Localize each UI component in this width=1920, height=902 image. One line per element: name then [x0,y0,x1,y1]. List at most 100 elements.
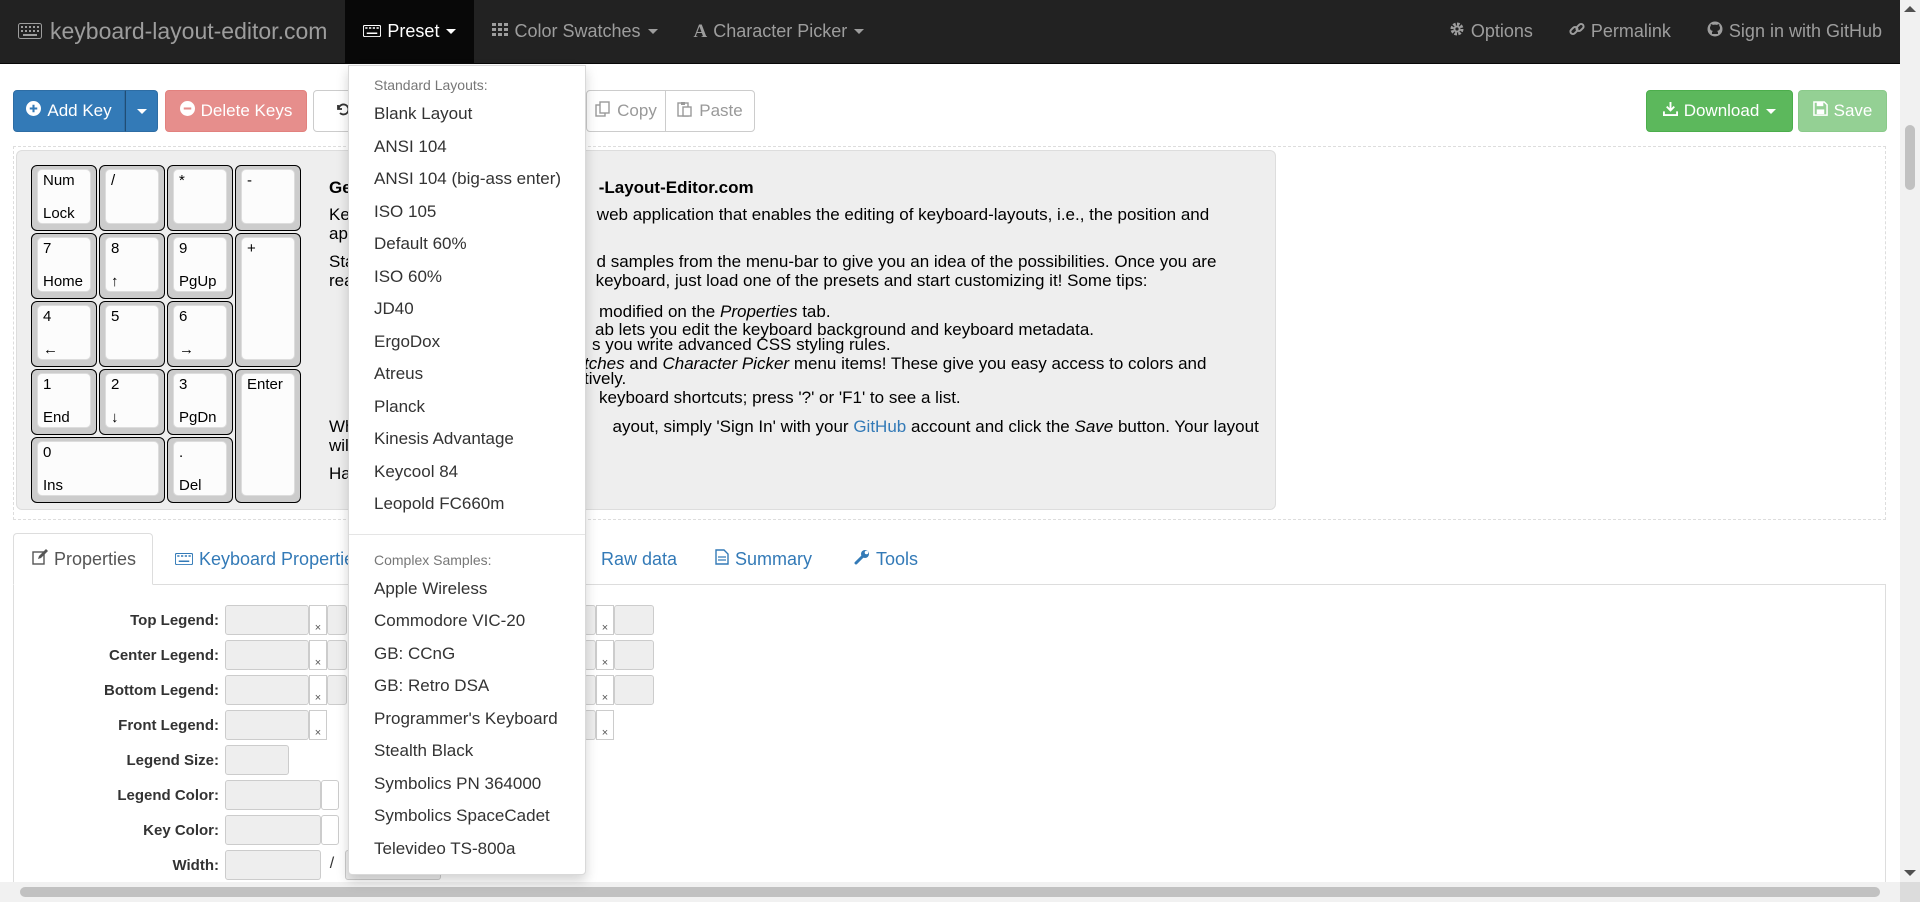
preset-menu-item[interactable]: ISO 105 [349,196,585,229]
sample-menu-item[interactable]: Stealth Black [349,735,585,768]
preset-menu-item[interactable]: JD40 [349,293,585,326]
center-legend-input[interactable] [327,640,347,670]
key-color-input[interactable] [225,815,321,845]
clear-x-button[interactable]: × [596,640,614,670]
center-legend-input[interactable] [614,640,654,670]
color-swatches-menu[interactable]: Color Swatches [474,0,675,64]
p1-text: web application that enables the editing… [596,205,1210,224]
keycap-top: 5 [105,305,159,360]
top-legend-input[interactable] [614,605,654,635]
keycap[interactable]: 2 ↓ [99,369,165,435]
clear-x-button[interactable]: × [596,675,614,705]
preset-menu-item[interactable]: Blank Layout [349,98,585,131]
clear-x-button[interactable]: × [596,710,614,740]
options-menu[interactable]: Options [1431,0,1551,64]
sample-menu-item[interactable]: GB: CCnG [349,638,585,671]
clear-x-button[interactable]: × [596,605,614,635]
sample-menu-item[interactable]: Televideo TS-800a [349,833,585,866]
clear-x-button[interactable]: × [309,605,327,635]
keycap[interactable]: 7 Home [31,233,97,299]
bottom-legend-input[interactable] [327,675,347,705]
preset-menu-item[interactable]: Leopold FC660m [349,488,585,521]
top-legend-input[interactable] [327,605,347,635]
tab-tools[interactable]: Tools [836,533,936,585]
preset-menu-item[interactable]: Planck [349,391,585,424]
sample-menu-item[interactable]: Commodore VIC-20 [349,605,585,638]
clear-x-button[interactable]: × [309,710,327,740]
sample-menu-item[interactable]: Symbolics SpaceCadet [349,800,585,833]
bottom-legend-input[interactable] [614,675,654,705]
copy-button[interactable]: Copy [586,90,666,132]
preset-menu-item[interactable]: ANSI 104 [349,131,585,164]
key-bottom-legend: Lock [43,205,75,222]
legend-size-select[interactable] [225,745,289,775]
preset-menu-item[interactable]: ErgoDox [349,326,585,359]
legend-color-swatch[interactable] [321,780,339,810]
add-key-button[interactable]: Add Key [13,90,125,132]
preset-menu-item[interactable]: ANSI 104 (big-ass enter) [349,163,585,196]
width-input[interactable] [225,850,321,880]
permalink-link[interactable]: Permalink [1551,0,1689,64]
keycap[interactable]: 4 ← [31,301,97,367]
keycap[interactable]: 8 ↑ [99,233,165,299]
vertical-scroll-thumb[interactable] [1905,125,1915,190]
horizontal-scroll-thumb[interactable] [20,887,1880,897]
keycap[interactable]: - [235,165,301,231]
sample-menu-item[interactable]: GB: Retro DSA [349,670,585,703]
key-top-legend: 7 [43,240,52,257]
center-legend-input[interactable] [225,640,309,670]
keycap[interactable]: 6 → [167,301,233,367]
signin-github-link[interactable]: Sign in with GitHub [1689,0,1900,64]
preset-menu-item[interactable]: Kinesis Advantage [349,423,585,456]
top-legend-input[interactable] [225,605,309,635]
keycap[interactable]: 1 End [31,369,97,435]
add-key-dropdown-button[interactable] [125,90,158,132]
keycap[interactable]: . Del [167,437,233,503]
legend-color-input[interactable] [225,780,321,810]
keycap[interactable]: 9 PgUp [167,233,233,299]
delete-keys-button[interactable]: Delete Keys [165,90,307,132]
gear-icon [1449,21,1465,42]
preset-menu-item[interactable]: ISO 60% [349,261,585,294]
clear-x-button[interactable]: × [309,640,327,670]
key-color-swatch[interactable] [321,815,339,845]
keycap[interactable]: 3 PgDn [167,369,233,435]
sample-menu-item[interactable]: Symbolics PN 364000 [349,768,585,801]
paste-button[interactable]: Paste [665,90,755,132]
tab-raw-data[interactable]: Raw data [583,533,695,585]
key-bottom-legend: PgUp [179,273,217,290]
character-picker-menu[interactable]: A Character Picker [676,0,883,64]
key-top-legend: - [247,172,252,189]
github-link[interactable]: GitHub [853,417,906,436]
preset-menu-item[interactable]: Default 60% [349,228,585,261]
preset-menu[interactable]: Preset [345,0,475,64]
front-legend-input[interactable] [225,710,309,740]
tab-summary[interactable]: Summary [697,533,830,585]
horizontal-scrollbar[interactable] [0,882,1900,902]
keycap[interactable]: * [167,165,233,231]
bottom-legend-input[interactable] [225,675,309,705]
brand-link[interactable]: keyboard-layout-editor.com [0,0,345,64]
scroll-up-arrow-icon[interactable] [1904,6,1916,12]
key-top-legend: + [247,240,256,257]
save-button[interactable]: Save [1798,90,1887,132]
download-button[interactable]: Download [1646,90,1793,132]
preset-menu-item[interactable]: Atreus [349,358,585,391]
tab-properties[interactable]: Properties [13,533,153,585]
clear-x-button[interactable]: × [309,675,327,705]
keycap[interactable]: Num Lock [31,165,97,231]
vertical-scrollbar[interactable] [1900,0,1920,882]
keycap[interactable]: + [235,233,301,367]
keycap[interactable]: 0 Ins [31,437,165,503]
keycap[interactable]: / [99,165,165,231]
keycap[interactable]: 5 [99,301,165,367]
floppy-disk-icon [1812,101,1828,121]
scroll-down-arrow-icon[interactable] [1904,870,1916,876]
preset-menu-item[interactable]: Keycool 84 [349,456,585,489]
sample-menu-item[interactable]: Programmer's Keyboard [349,703,585,736]
keycap[interactable]: Enter [235,369,301,503]
download-label: Download [1683,101,1760,120]
toolbar: Add Key Delete Keys Copy Paste Download … [13,90,1888,134]
sample-menu-item[interactable]: Apple Wireless [349,573,585,606]
keycap-top: * [173,169,227,224]
